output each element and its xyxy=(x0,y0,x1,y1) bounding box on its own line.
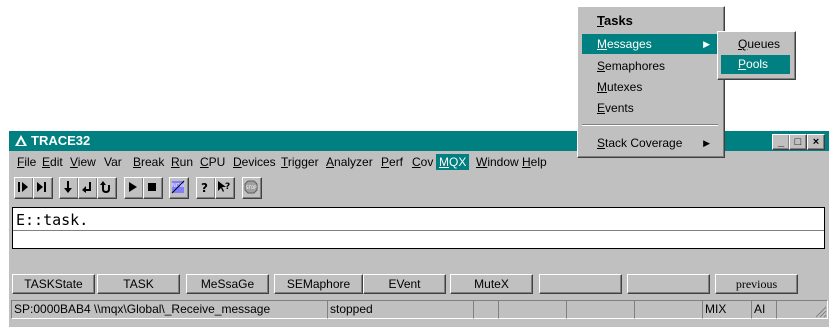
menu-help[interactable]: Help xyxy=(519,154,550,170)
menu-cov[interactable]: Cov xyxy=(409,154,436,170)
softkey-message[interactable]: MeSsaGe xyxy=(186,274,269,294)
window-title: TRACE32 xyxy=(31,133,91,148)
status-cell-blank-4 xyxy=(634,300,703,319)
softkey-task[interactable]: TASK xyxy=(97,274,180,294)
status-cell-blank-2 xyxy=(498,300,567,319)
stop-icon[interactable] xyxy=(143,177,163,199)
softkey-bar: TASKState TASK MeSsaGe SEMaphore EVent M… xyxy=(9,272,829,296)
menu-cpu[interactable]: CPU xyxy=(197,154,228,170)
menu-analyzer[interactable]: Analyzer xyxy=(323,154,376,170)
return-icon[interactable] xyxy=(78,177,98,199)
menu-devices[interactable]: Devices xyxy=(230,154,279,170)
submenu-item-pools[interactable]: Pools xyxy=(721,55,790,74)
menu-trigger[interactable]: Trigger xyxy=(278,154,322,170)
submenu-item-queues[interactable]: Queues xyxy=(721,35,790,54)
menu-item-events[interactable]: Events xyxy=(582,98,718,118)
status-cell-blank-1 xyxy=(473,300,499,319)
close-button[interactable]: × xyxy=(807,134,825,150)
softkey-taskstate[interactable]: TASKState xyxy=(12,274,95,294)
status-location: SP:0000BAB4 \\mqx\Global\_Receive_messag… xyxy=(11,300,328,319)
undo-icon[interactable] xyxy=(97,177,117,199)
command-line[interactable]: E::task. xyxy=(12,207,825,249)
maximize-button[interactable]: □ xyxy=(789,134,807,150)
step-over-icon[interactable] xyxy=(33,177,53,199)
menu-item-stack-coverage[interactable]: Stack Coverage ▶ xyxy=(582,133,718,153)
go-icon[interactable] xyxy=(124,177,144,199)
submenu-arrow-icon: ▶ xyxy=(703,39,710,49)
menu-edit[interactable]: Edit xyxy=(39,154,66,170)
menu-var[interactable]: Var xyxy=(101,154,125,170)
softkey-semaphore[interactable]: SEMaphore xyxy=(274,274,363,294)
menu-run[interactable]: Run xyxy=(168,154,196,170)
menu-item-messages[interactable]: Messages ▶ xyxy=(582,34,718,54)
svg-text:?: ? xyxy=(225,182,230,192)
minimize-button[interactable]: _ xyxy=(772,134,790,150)
softkey-mutex[interactable]: MuteX xyxy=(450,274,533,294)
menu-separator xyxy=(582,124,718,126)
nowin-icon[interactable]: NOW xyxy=(169,177,189,199)
trace32-window: TRACE32 _ □ × File Edit View Var Break R… xyxy=(9,131,829,327)
command-line-divider xyxy=(13,230,824,231)
softkey-empty-1[interactable] xyxy=(539,274,622,294)
step-icon[interactable] xyxy=(14,177,34,199)
status-ai: AI xyxy=(751,300,777,319)
menu-item-tasks[interactable]: Tasks xyxy=(582,11,718,31)
menu-item-semaphores[interactable]: Semaphores xyxy=(582,56,718,76)
softkey-previous[interactable]: previous xyxy=(715,274,798,294)
menu-break[interactable]: Break xyxy=(130,154,167,170)
resize-grip-icon[interactable] xyxy=(815,306,827,318)
context-help-icon[interactable]: ? xyxy=(215,177,235,199)
status-cell-blank-3 xyxy=(566,300,635,319)
command-input[interactable]: E::task. xyxy=(16,211,88,229)
svg-text:STOP: STOP xyxy=(246,185,257,190)
svg-text:?: ? xyxy=(201,181,208,194)
down-icon[interactable] xyxy=(59,177,79,199)
messages-submenu: Queues Pools xyxy=(717,31,796,80)
menu-item-mutexes[interactable]: Mutexes xyxy=(582,77,718,97)
toolbar: NOW ? ? STOP xyxy=(9,174,829,202)
mqx-dropdown-menu: Tasks Messages ▶ Semaphores Mutexes Event… xyxy=(577,6,725,158)
menu-mqx[interactable]: MQX xyxy=(436,154,470,170)
menu-window[interactable]: Window xyxy=(473,154,522,170)
trace32-logo-icon xyxy=(15,135,27,146)
softkey-empty-2[interactable] xyxy=(627,274,710,294)
menu-perf[interactable]: Perf xyxy=(378,154,406,170)
help-icon[interactable]: ? xyxy=(196,177,216,199)
submenu-arrow-icon: ▶ xyxy=(703,138,710,148)
stop-sign-icon[interactable]: STOP xyxy=(242,177,262,199)
status-bar: SP:0000BAB4 \\mqx\Global\_Receive_messag… xyxy=(9,298,829,320)
menu-view[interactable]: View xyxy=(67,154,99,170)
status-mode: MIX xyxy=(702,300,752,319)
softkey-event[interactable]: EVent xyxy=(363,274,446,294)
menu-file[interactable]: File xyxy=(14,154,39,170)
status-state: stopped xyxy=(327,300,474,319)
